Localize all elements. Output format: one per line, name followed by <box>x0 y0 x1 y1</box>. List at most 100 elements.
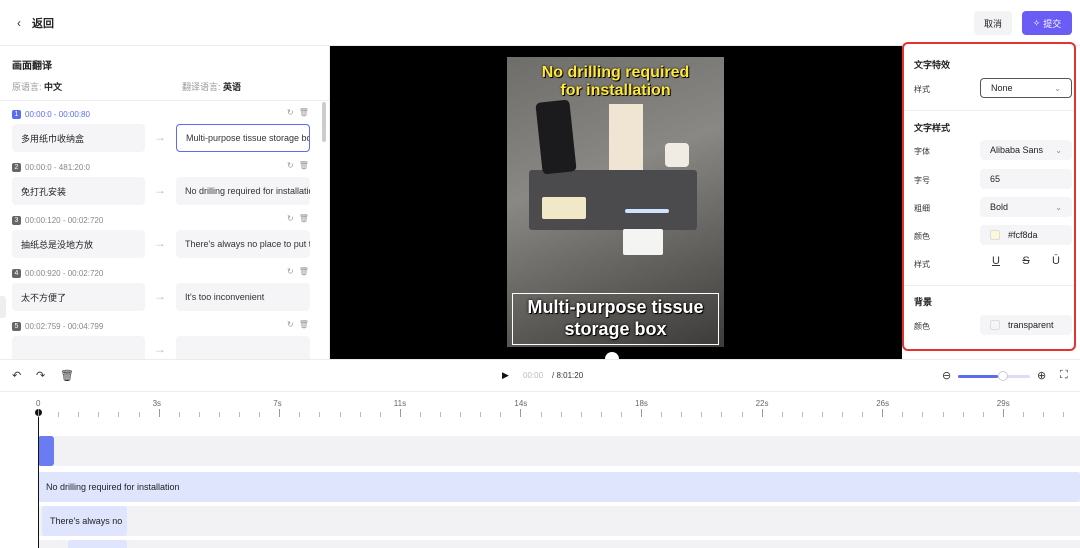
cancel-button[interactable]: 取消 <box>974 11 1012 35</box>
collapse-handle[interactable] <box>0 296 6 318</box>
segment-header: 2 00:00:0 - 481:20:0 <box>12 161 90 173</box>
refresh-icon[interactable]: ↻ <box>287 161 294 170</box>
submit-label: 提交 <box>1043 18 1062 29</box>
timeline-clip[interactable] <box>38 436 54 466</box>
candle-image <box>665 143 689 167</box>
tick-mark <box>620 412 622 417</box>
undo-icon[interactable]: ↶ <box>12 369 21 382</box>
trash-icon[interactable]: 🗑 <box>60 369 74 382</box>
font-size-input[interactable]: 65 <box>980 169 1072 189</box>
background-color-picker[interactable]: transparent <box>980 315 1072 335</box>
translation-input[interactable]: It's too inconvenient <box>176 283 310 311</box>
play-icon[interactable]: ▶ <box>502 370 509 381</box>
trash-icon[interactable]: 🗑 <box>299 108 309 117</box>
tick-mark <box>419 412 421 417</box>
tick-mark <box>78 412 80 417</box>
timeline-clip[interactable] <box>68 540 127 548</box>
translation-input[interactable]: Multi-purpose tissue storage box <box>176 124 310 152</box>
bg-color-label: 颜色 <box>914 322 930 331</box>
refresh-icon[interactable]: ↻ <box>287 214 294 223</box>
trash-icon[interactable]: 🗑 <box>299 267 309 276</box>
arrow-right-icon: → <box>154 183 166 197</box>
tick-mark <box>1022 412 1024 417</box>
caption-top-line1[interactable]: No drilling required <box>507 64 724 82</box>
tick-mark <box>862 412 864 417</box>
timeline-clip[interactable]: There's always no <box>42 506 127 536</box>
timeline-clip[interactable]: No drilling required for installation <box>38 472 1080 502</box>
font-weight-select[interactable]: Bold ⌄ <box>980 197 1072 217</box>
tick-mark <box>379 412 381 417</box>
tick-mark <box>540 412 542 417</box>
phone-image <box>535 99 577 175</box>
segment-row[interactable]: 3 00:00:120 - 00:02:720 ↻ 🗑 抽纸总是没地方放 → Th… <box>0 214 320 267</box>
source-text: 抽纸总是没地方放 <box>12 230 145 258</box>
tick-label: 29s <box>996 399 1010 408</box>
strikethrough-button[interactable]: S <box>1016 255 1036 273</box>
trash-icon[interactable]: 🗑 <box>299 320 309 329</box>
weight-label: 粗细 <box>914 204 930 213</box>
tick-label: 11s <box>393 399 407 408</box>
refresh-icon[interactable]: ↻ <box>287 267 294 276</box>
caption-bottom-line1[interactable]: Multi-purpose tissue <box>507 296 724 318</box>
video-preview[interactable]: No drilling required for installation Mu… <box>330 46 902 359</box>
effect-style-select[interactable]: None ⌄ <box>980 78 1072 98</box>
tick-mark <box>761 409 763 417</box>
tick-mark <box>480 412 482 417</box>
zoom-out-icon[interactable]: ⊖ <box>942 369 951 382</box>
font-label: 字体 <box>914 147 930 156</box>
fit-screen-icon[interactable]: ⛶ <box>1060 369 1068 382</box>
zoom-slider-knob[interactable] <box>998 371 1008 381</box>
playhead[interactable] <box>38 411 39 548</box>
timeline[interactable]: No drilling required for installation Th… <box>0 392 1080 548</box>
tick-mark <box>1063 412 1065 417</box>
translation-input[interactable] <box>176 336 310 359</box>
submit-button[interactable]: ✧ 提交 <box>1022 11 1072 35</box>
redo-icon[interactable]: ↷ <box>36 369 45 382</box>
segment-row[interactable]: 2 00:00:0 - 481:20:0 ↻ 🗑 免打孔安装 → No drill… <box>0 161 320 214</box>
chevron-down-icon: ⌄ <box>1054 83 1061 93</box>
chevron-down-icon: ⌄ <box>1055 145 1062 155</box>
scrub-handle[interactable] <box>605 352 619 359</box>
segment-header: 5 00:02:759 - 00:04:799 <box>12 320 103 332</box>
tick-mark <box>1043 412 1044 417</box>
tick-mark <box>641 409 642 417</box>
segment-row[interactable]: 1 00:00:0 - 00:00:80 ↻ 🗑 多用纸巾收纳盒 → Multi-… <box>0 108 320 161</box>
caption-top-line2[interactable]: for installation <box>507 82 724 100</box>
font-select[interactable]: Alibaba Sans ⌄ <box>980 140 1072 160</box>
segment-row[interactable]: 5 00:02:759 - 00:04:799 ↻ 🗑 → <box>0 320 320 359</box>
overline-button[interactable]: Ū <box>1046 255 1066 273</box>
refresh-icon[interactable]: ↻ <box>287 108 294 117</box>
tick-mark <box>399 409 401 417</box>
tick-label: 14s <box>514 399 528 408</box>
back-button[interactable]: ‹ 返回 <box>12 13 54 33</box>
segment-header: 3 00:00:120 - 00:02:720 <box>12 214 103 226</box>
tick-mark <box>259 412 261 417</box>
zoom-in-icon[interactable]: ⊕ <box>1037 369 1046 382</box>
segment-row[interactable]: 4 00:00:920 - 00:02:720 ↻ 🗑 太不方便了 → It's … <box>0 267 320 320</box>
trash-icon[interactable]: 🗑 <box>299 161 309 170</box>
target-language[interactable]: 翻译语言: 英语 <box>182 80 241 93</box>
style-label: 样式 <box>914 260 930 269</box>
zoom-slider[interactable] <box>958 375 1030 378</box>
track-row[interactable] <box>38 436 1080 466</box>
trash-icon[interactable]: 🗑 <box>299 214 309 223</box>
source-language: 原语言: 中文 <box>12 82 63 92</box>
background-title: 背景 <box>914 297 933 307</box>
sparkle-icon: ✧ <box>1032 17 1041 28</box>
track-row[interactable] <box>38 506 1080 536</box>
tick-label: 26s <box>876 399 890 408</box>
tick-mark <box>500 412 502 417</box>
arrow-right-icon: → <box>154 236 166 250</box>
track-row[interactable] <box>38 540 1080 548</box>
caption-bottom-line2[interactable]: storage box <box>507 318 724 340</box>
tick-mark <box>58 412 60 417</box>
translation-input[interactable]: No drilling required for installation <box>176 177 310 205</box>
underline-button[interactable]: U <box>986 255 1006 273</box>
translation-input[interactable]: There's always no place to put tissues <box>176 230 310 258</box>
tick-mark <box>1002 409 1004 417</box>
refresh-icon[interactable]: ↻ <box>287 320 294 329</box>
arrow-right-icon: → <box>154 342 166 356</box>
book-image <box>609 104 643 170</box>
text-color-picker[interactable]: #fcf8da <box>980 225 1072 245</box>
scrollbar[interactable] <box>322 102 326 142</box>
